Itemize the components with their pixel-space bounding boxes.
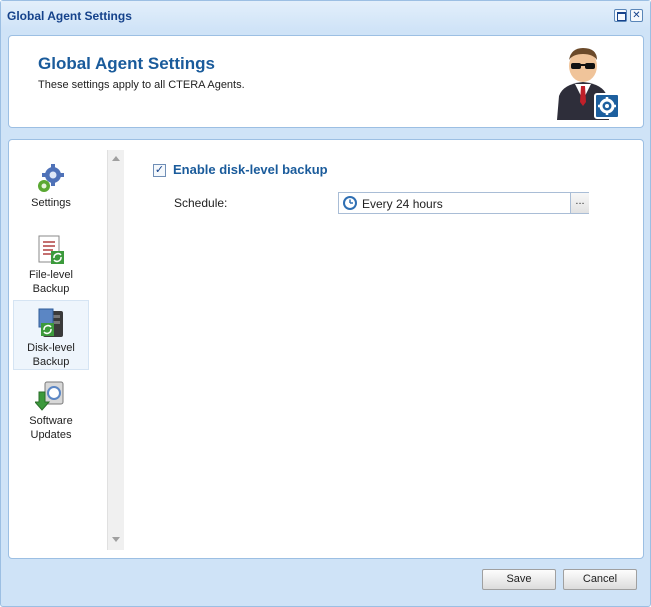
file-backup-icon [38, 235, 64, 264]
close-icon[interactable]: ✕ [630, 9, 643, 22]
cancel-button[interactable]: Cancel [563, 569, 637, 590]
sidebar-item-settings[interactable]: Settings [13, 162, 89, 214]
disk-backup-icon [38, 308, 63, 337]
agent-avatar-icon [557, 48, 620, 120]
page-subtitle: These settings apply to all CTERA Agents… [38, 79, 245, 91]
window-title: Global Agent Settings [7, 9, 132, 23]
schedule-edit-button[interactable]: ... [570, 193, 589, 213]
sidebar-item-software-updates[interactable]: Software Updates [13, 380, 89, 442]
sidebar-scrollbar[interactable] [107, 150, 124, 550]
sidebar-item-label: Software Updates [29, 415, 73, 441]
software-update-icon [35, 381, 64, 411]
sidebar-item-disk-level-backup[interactable]: Disk-level Backup [13, 300, 89, 370]
save-button[interactable]: Save [482, 569, 556, 590]
scroll-up-arrow-icon[interactable] [112, 156, 120, 161]
schedule-value: Every 24 hours [362, 197, 443, 211]
settings-window: Global Agent Settings ✕ Global Agent Set… [0, 0, 651, 607]
sidebar-item-file-level-backup[interactable]: File-level Backup [13, 234, 89, 295]
enable-disk-backup-checkbox[interactable]: ✓ [153, 164, 166, 177]
content-panel: Settings File-level Backup Disk-level Ba… [8, 139, 644, 559]
window-titlebar[interactable]: Global Agent Settings ✕ [1, 1, 650, 31]
clock-icon [343, 196, 357, 210]
gears-icon [38, 164, 64, 192]
header-panel: Global Agent Settings These settings app… [8, 35, 644, 128]
maximize-icon[interactable] [614, 9, 627, 22]
enable-disk-backup-label[interactable]: Enable disk-level backup [173, 162, 328, 177]
schedule-label: Schedule: [174, 196, 228, 210]
sidebar-item-label: Settings [31, 197, 71, 209]
scroll-down-arrow-icon[interactable] [112, 537, 120, 542]
schedule-field[interactable]: Every 24 hours ... [338, 192, 589, 214]
page-title: Global Agent Settings [38, 54, 215, 73]
sidebar-item-label: File-level Backup [28, 269, 73, 295]
sidebar-item-label: Disk-level Backup [27, 342, 75, 368]
